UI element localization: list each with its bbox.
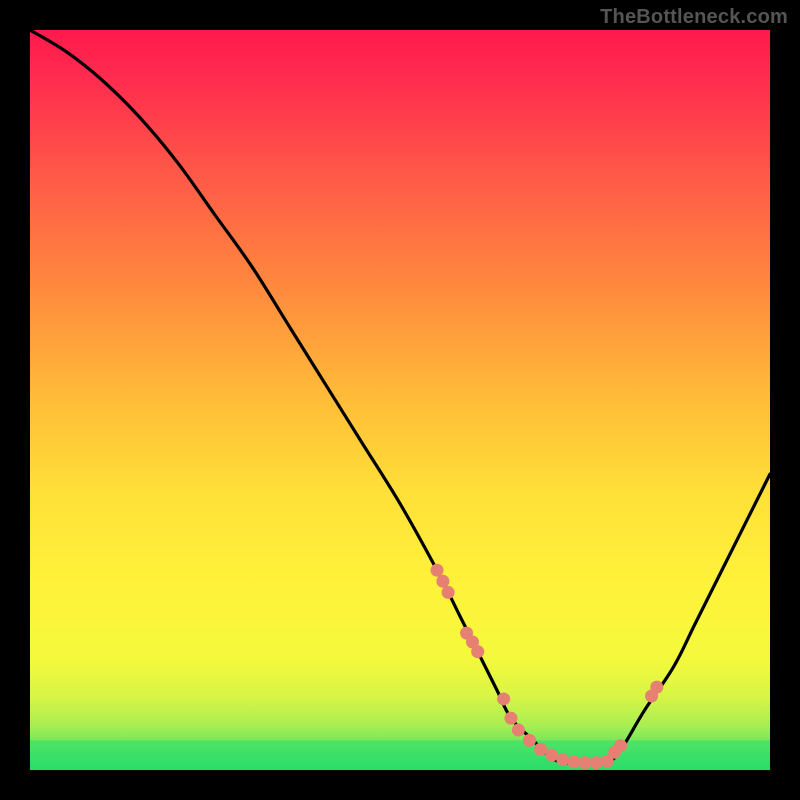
marker-point	[590, 756, 603, 769]
marker-point	[471, 645, 484, 658]
marker-point	[556, 753, 569, 766]
marker-point	[545, 749, 558, 762]
plot-area	[30, 30, 770, 770]
marker-point	[436, 575, 449, 588]
chart-frame: TheBottleneck.com	[0, 0, 800, 800]
bottleneck-chart	[30, 30, 770, 770]
marker-point	[579, 756, 592, 769]
marker-point	[431, 564, 444, 577]
marker-point	[614, 739, 627, 752]
gradient-background	[30, 30, 770, 770]
green-band	[30, 740, 770, 770]
marker-point	[512, 724, 525, 737]
marker-point	[505, 712, 518, 725]
marker-point	[523, 734, 536, 747]
marker-point	[650, 681, 663, 694]
marker-point	[442, 586, 455, 599]
marker-point	[497, 692, 510, 705]
marker-point	[534, 743, 547, 756]
watermark-text: TheBottleneck.com	[600, 6, 788, 29]
marker-point	[567, 755, 580, 768]
